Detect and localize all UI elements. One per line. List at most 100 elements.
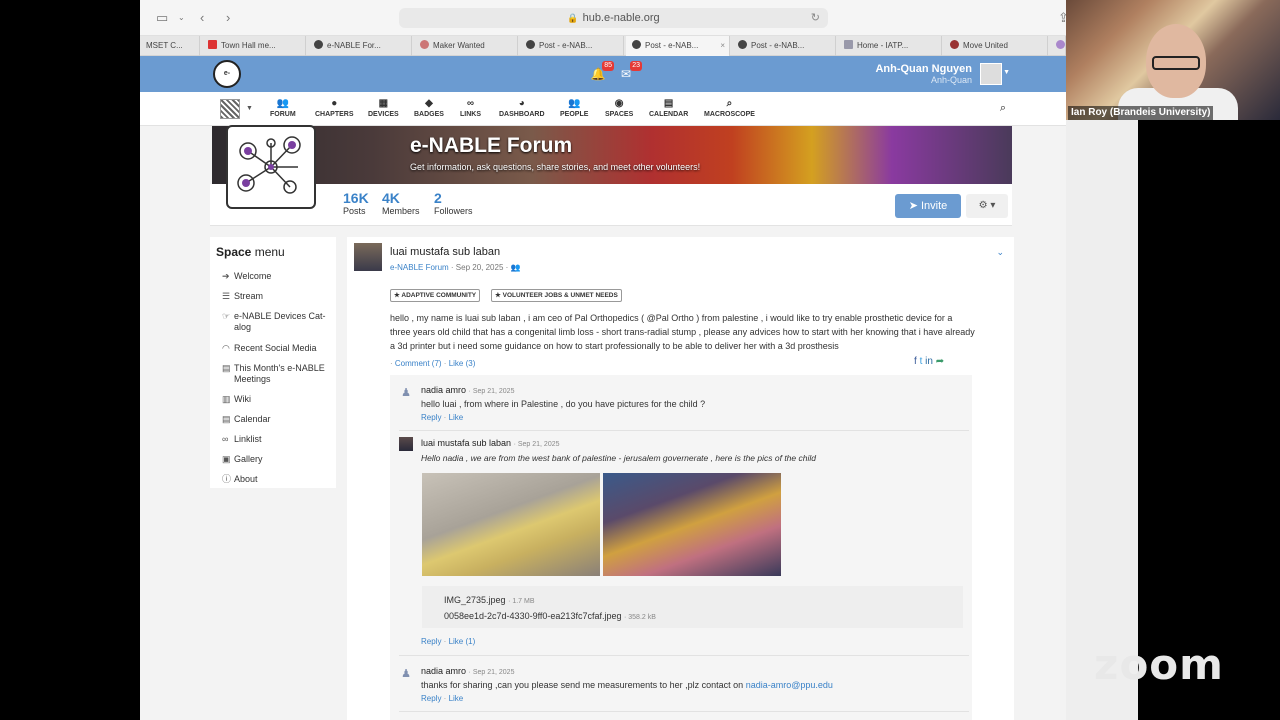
facebook-icon[interactable]: f [914, 356, 917, 367]
menu-item-welcome[interactable]: ➔ Welcome [222, 271, 330, 282]
tab-bar: MSET C... Town Hall me... e-NABLE For...… [140, 36, 1066, 56]
comment-actions: Reply · Like (1) [421, 637, 476, 646]
search-icon[interactable]: ⌕ [1000, 102, 1006, 115]
file-link[interactable]: IMG_2735.jpeg · 1.7 MB [444, 595, 535, 605]
tab-6[interactable]: Post - e-NAB... [732, 36, 836, 56]
menu-item-stream[interactable]: ☰ Stream [222, 291, 330, 302]
comment-author[interactable]: luai mustafa sub laban · Sep 21, 2025 [421, 438, 560, 448]
nav-item-links[interactable]: ∞ LINKS [460, 97, 481, 118]
tab-9[interactable] [1050, 36, 1066, 56]
child-photo-1[interactable] [422, 473, 600, 576]
forward-icon[interactable]: › [226, 10, 230, 25]
comment-author[interactable]: nadia amro · Sep 21, 2025 [421, 666, 514, 676]
menu-item-calendar[interactable]: ▤ Calendar [222, 414, 330, 425]
reload-icon[interactable]: ↻ [811, 8, 820, 28]
main-nav: ▼ 👥 FORUM ● CHAPTERS ▦ DEVICES ◆ BADGES ∞ LIN… [140, 92, 1066, 126]
stat-members[interactable]: 4K Members [382, 190, 420, 216]
sidebar-toggle-icon[interactable]: ▭ [156, 10, 168, 26]
comment-author[interactable]: nadia amro · Sep 21, 2025 [421, 385, 514, 395]
share-arrow-icon[interactable]: ➦ [936, 356, 944, 367]
users-icon: 👥 [567, 98, 581, 109]
menu-item-devices-catalog[interactable]: ☞ e-NABLE Devices Cat-alog [222, 311, 330, 333]
reply-link[interactable]: Reply [421, 694, 441, 703]
like-link[interactable]: Like (1) [449, 637, 476, 646]
like-link[interactable]: Like [449, 413, 464, 422]
avatar[interactable] [980, 63, 1002, 85]
email-link[interactable]: nadia-amro@ppu.edu [746, 680, 833, 690]
reply-link[interactable]: Reply [421, 637, 441, 646]
space-subtitle: Get information, ask questions, share st… [410, 162, 701, 172]
address-bar[interactable]: 🔒 hub.e-nable.org ↻ [399, 8, 828, 28]
comment-text: Hello nadia , we are from the west bank … [421, 453, 816, 463]
browser-toolbar: ▭ ⌄ ‹ › 🔒 hub.e-nable.org ↻ ⇪ [140, 0, 1066, 36]
paper-plane-icon: ➤ [908, 200, 921, 212]
stat-posts[interactable]: 16K Posts [343, 190, 369, 216]
tab-7[interactable]: Home - IATP... [838, 36, 942, 56]
tab-3[interactable]: Maker Wanted [414, 36, 518, 56]
heart-icon [950, 40, 959, 49]
menu-item-gallery[interactable]: ▣ Gallery [222, 454, 330, 465]
menu-item-linklist[interactable]: ∞ Linklist [222, 434, 330, 445]
nav-item-chapters[interactable]: ● CHAPTERS [315, 97, 354, 118]
comment-actions: Reply · Like [421, 694, 464, 703]
envelope-icon[interactable]: ✉ 23 [618, 61, 642, 82]
tag-volunteer-jobs[interactable]: ★ VOLUNTEER JOBS & UNMET NEEDS [491, 289, 622, 302]
hand-icon: ☞ [222, 311, 231, 321]
tab-1[interactable]: Town Hall me... [202, 36, 306, 56]
nav-item-people[interactable]: 👥 PEOPLE [560, 97, 588, 118]
tab-5-active[interactable]: Post - e-NAB... × [626, 36, 730, 56]
linkedin-icon[interactable]: in [925, 356, 933, 367]
chevron-down-icon[interactable]: ▼ [1003, 69, 1010, 76]
tab-4[interactable]: Post - e-NAB... [520, 36, 624, 56]
attached-files: IMG_2735.jpeg · 1.7 MB 0058ee1d-2c7d-433… [422, 586, 963, 628]
nav-item-dashboard[interactable]: ◕ DASHBOARD [499, 97, 545, 118]
stat-followers[interactable]: 2 Followers [434, 190, 473, 216]
like-link[interactable]: Like [449, 694, 464, 703]
menu-item-about[interactable]: ⓘ About [222, 474, 330, 485]
space-settings-button[interactable]: ⚙ ▾ [966, 194, 1008, 218]
comments-section: ♟ nadia amro · Sep 21, 2025 hello luai ,… [390, 375, 972, 720]
nav-item-spaces[interactable]: ◉ SPACES [605, 97, 633, 118]
comment-link[interactable]: Comment (7) [395, 359, 442, 368]
close-icon[interactable]: × [720, 36, 725, 56]
post-meta: e-NABLE Forum · Sep 20, 2025 · 👥 [390, 263, 521, 272]
chevron-down-icon[interactable]: ▼ [246, 105, 253, 112]
user-name[interactable]: Anh-Quan Nguyen [875, 63, 972, 75]
participant-name: Ian Roy (Brandeis University) [1068, 106, 1214, 120]
dashboard-icon: ◕ [518, 98, 525, 109]
page-icon [844, 40, 853, 49]
menu-item-wiki[interactable]: ▥ Wiki [222, 394, 330, 405]
tab-8[interactable]: Move United [944, 36, 1048, 56]
tab-0[interactable]: MSET C... [140, 36, 200, 56]
space-link[interactable]: e-NABLE Forum [390, 263, 449, 272]
space-banner: e-NABLE Forum Get information, ask quest… [212, 126, 1012, 184]
twitter-icon[interactable]: t [920, 356, 923, 367]
menu-item-social-media[interactable]: ◠ Recent Social Media [222, 343, 330, 354]
like-link[interactable]: Like (3) [449, 359, 476, 368]
user-icon: ♟ [401, 387, 411, 399]
invite-button[interactable]: ➤ Invite [895, 194, 961, 218]
child-photo-2[interactable] [603, 473, 781, 576]
nav-item-calendar[interactable]: ▤ CALENDAR [649, 97, 688, 118]
bell-icon[interactable]: 🔔 85 [590, 61, 614, 82]
menu-item-meetings[interactable]: ▤ This Month's e-NABLE Meetings [222, 363, 330, 385]
enable-logo[interactable]: e-NABLE [213, 60, 241, 101]
qr-code-icon[interactable] [220, 99, 240, 119]
page-background-right [1066, 120, 1138, 720]
avatar[interactable] [399, 437, 413, 451]
nav-item-devices[interactable]: ▦ DEVICES [368, 97, 399, 118]
chevron-down-icon[interactable]: ⌄ [996, 247, 1004, 258]
nav-item-badges[interactable]: ◆ BADGES [414, 97, 444, 118]
nav-item-forum[interactable]: 👥 FORUM [270, 97, 296, 118]
reply-link[interactable]: Reply [421, 413, 441, 422]
file-link[interactable]: 0058ee1d-2c7d-4330-9ff0-ea213fc7cfaf.jpe… [444, 611, 656, 621]
share-icon[interactable]: ⇪ [1058, 10, 1066, 26]
tag-adaptive-community[interactable]: ★ ADAPTIVE COMMUNITY [390, 289, 481, 302]
bars-icon: ☰ [222, 291, 231, 301]
avatar[interactable] [354, 243, 382, 271]
nav-item-macroscope[interactable]: ⌕ MACROSCOPE [704, 97, 755, 118]
back-icon[interactable]: ‹ [200, 10, 204, 25]
post-author[interactable]: luai mustafa sub laban [390, 246, 500, 258]
chevron-down-icon[interactable]: ⌄ [178, 13, 185, 22]
tab-2[interactable]: e-NABLE For... [308, 36, 412, 56]
